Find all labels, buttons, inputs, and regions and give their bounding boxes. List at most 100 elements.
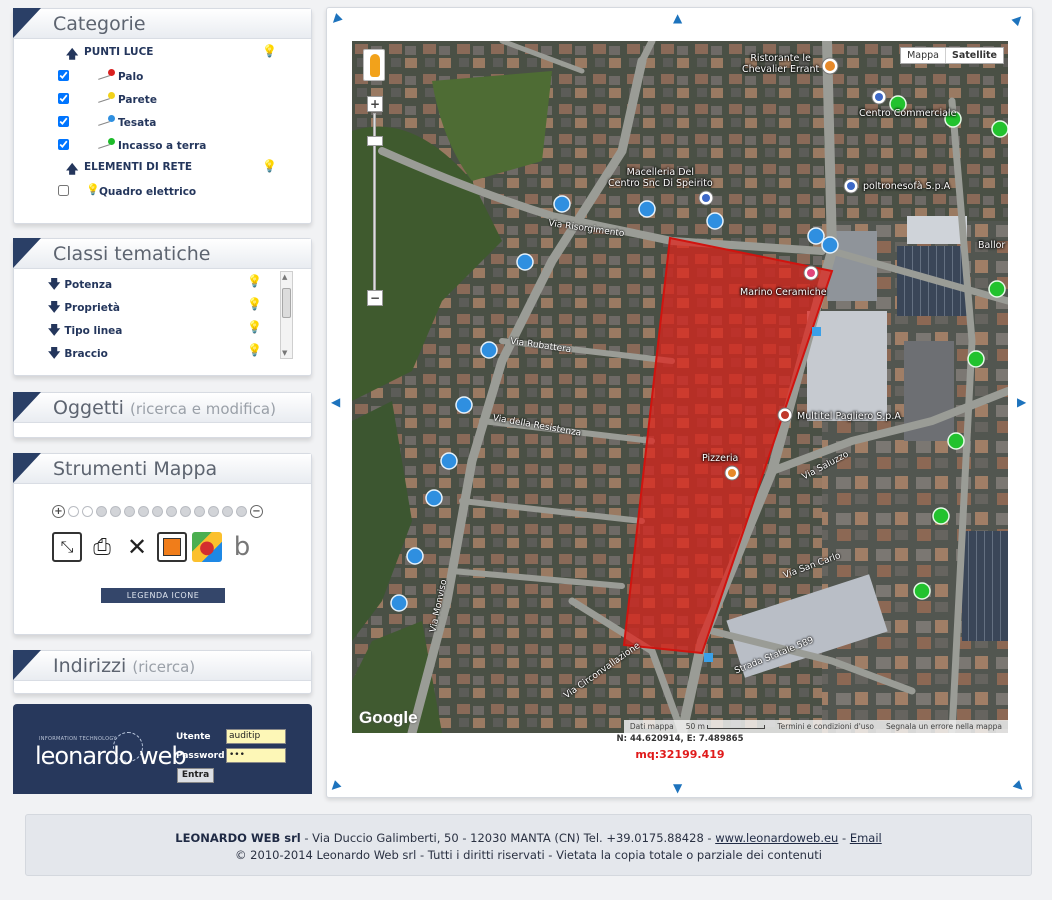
scrollbar-thumb[interactable] <box>282 288 291 318</box>
bulb-icon[interactable]: 💡 <box>262 44 277 58</box>
print-icon[interactable]: ⎙ <box>87 532 117 562</box>
footer-contact-line: LEONARDO WEB srl - Via Duccio Galimberti… <box>26 831 1031 845</box>
bing-maps-icon[interactable]: b <box>227 532 257 562</box>
fit-extent-icon[interactable]: ⤡ <box>52 532 82 562</box>
tree-group-punti-luce[interactable]: 🡅 PUNTI LUCE 💡 <box>14 43 303 66</box>
strumenti-header[interactable]: Strumenti Mappa <box>13 453 311 484</box>
zoom-dot[interactable] <box>96 505 107 517</box>
legenda-icone-button[interactable]: LEGENDA ICONE <box>101 588 225 603</box>
zoom-dot[interactable] <box>180 505 191 517</box>
bulb-icon[interactable]: 💡 <box>247 274 262 288</box>
arrow-down-icon: 🡇 <box>48 300 61 314</box>
classi-scrollbar[interactable]: ▲ ▼ <box>280 271 293 359</box>
zoom-dot[interactable] <box>236 505 247 517</box>
collapse-arrow-icon[interactable]: 🡅 <box>66 45 78 66</box>
map-zoom-control[interactable]: + − <box>367 96 383 311</box>
checkbox-palo[interactable] <box>58 70 69 81</box>
leonardo-web-logo: leonardo web <box>35 742 187 770</box>
classi-item-proprieta[interactable]: 🡇 Proprietà <box>48 298 120 318</box>
collapse-arrow-icon[interactable]: 🡅 <box>66 160 78 181</box>
zoom-dot[interactable] <box>110 505 121 517</box>
attribution-report[interactable]: Segnala un errore nella mappa <box>880 720 1008 733</box>
classi-item-potenza[interactable]: 🡇 Potenza <box>48 275 112 295</box>
poi-label[interactable]: Pizzeria <box>702 453 738 464</box>
zoom-dot[interactable] <box>124 505 135 517</box>
attribution-data[interactable]: Dati mappa <box>624 720 680 733</box>
pin-yellow-icon <box>96 90 116 108</box>
zoom-dot[interactable] <box>68 505 79 517</box>
area-select-icon[interactable] <box>157 532 187 562</box>
poi-label[interactable]: Marino Ceramiche <box>740 287 827 298</box>
map-zoom-out-button[interactable]: − <box>367 290 383 306</box>
zoom-level-scale[interactable]: + − <box>52 504 263 518</box>
zoom-dot[interactable] <box>222 505 233 517</box>
tree-item-label: Quadro elettrico <box>99 186 197 198</box>
google-maps-icon[interactable]: ● <box>192 532 222 562</box>
categorie-header[interactable]: Categorie <box>13 8 311 39</box>
scroll-down-icon[interactable]: ▼ <box>282 349 287 357</box>
arrow-down-icon: 🡇 <box>48 346 61 360</box>
footer-address: - Via Duccio Galimberti, 50 - 12030 MANT… <box>300 831 716 845</box>
footer-website-link[interactable]: www.leonardoweb.eu <box>715 831 838 845</box>
bulb-icon[interactable]: 💡 <box>247 297 262 311</box>
zoom-dot[interactable] <box>82 505 93 517</box>
strumenti-title: Strumenti Mappa <box>53 458 218 480</box>
pan-south-icon[interactable]: ▼ <box>673 782 682 794</box>
poi-label[interactable]: Multitel Pagliero S.p.A <box>797 411 901 422</box>
tree-item-tesata: Tesata <box>14 112 303 135</box>
zoom-dot[interactable] <box>166 505 177 517</box>
zoom-dot[interactable] <box>138 505 149 517</box>
panel-corner <box>13 238 41 268</box>
poi-label[interactable]: Ballor <box>978 240 1005 251</box>
user-input[interactable]: auditip <box>226 729 286 744</box>
clear-measure-icon[interactable]: ✕ <box>122 532 152 562</box>
checkbox-tesata[interactable] <box>58 116 69 127</box>
bulb-icon[interactable]: 💡 <box>247 320 262 334</box>
classi-item-tipo-linea[interactable]: 🡇 Tipo linea <box>48 321 122 341</box>
map-canvas[interactable] <box>352 41 1008 733</box>
pan-east-icon[interactable]: ▶ <box>1017 396 1026 408</box>
panel-corner <box>13 650 41 680</box>
pan-north-icon[interactable]: ▲ <box>673 12 682 24</box>
map-type-mappa-button[interactable]: Mappa <box>901 48 945 63</box>
login-submit-button[interactable]: Entra <box>177 768 214 783</box>
bulb-icon[interactable]: 💡 <box>262 159 277 173</box>
zoom-dot[interactable] <box>194 505 205 517</box>
tree-item-label: Tesata <box>118 117 157 129</box>
classi-title: Classi tematiche <box>53 243 211 265</box>
classi-header[interactable]: Classi tematiche <box>13 238 311 269</box>
map-zoom-in-button[interactable]: + <box>367 96 383 112</box>
poi-label[interactable]: Macelleria Del Centro Snc Di Speirito <box>608 167 713 189</box>
classi-item-label: Tipo linea <box>64 325 123 337</box>
oggetti-header[interactable]: Oggetti (ricerca e modifica) <box>13 392 311 423</box>
poi-label[interactable]: poltronesofà S.p.A <box>863 181 950 192</box>
zoom-out-icon[interactable]: − <box>250 504 263 518</box>
poi-label[interactable]: Ristorante le Chevalier Errant <box>742 53 819 75</box>
cursor-coordinates: N: 44.620914, E: 7.489865 <box>616 734 744 744</box>
google-logo[interactable]: Google <box>359 708 418 728</box>
indirizzi-header[interactable]: Indirizzi (ricerca) <box>13 650 311 681</box>
zoom-dot[interactable] <box>152 505 163 517</box>
pin-green-icon <box>96 136 116 154</box>
pin-red-icon <box>96 67 116 85</box>
selected-area-value: mq:32199.419 <box>635 748 725 761</box>
checkbox-parete[interactable] <box>58 93 69 104</box>
footer-email-link[interactable]: Email <box>850 831 882 845</box>
poi-label[interactable]: Centro Commerciale <box>859 108 956 119</box>
zoom-in-icon[interactable]: + <box>52 504 65 518</box>
map-tools: ⤡ ⎙ ✕ ● b <box>52 532 257 562</box>
map-type-satellite-button[interactable]: Satellite <box>945 48 1003 63</box>
classi-item-braccio[interactable]: 🡇 Braccio <box>48 344 108 364</box>
checkbox-quadro[interactable] <box>58 185 69 196</box>
checkbox-incasso[interactable] <box>58 139 69 150</box>
tree-group-elementi-rete[interactable]: 🡅 ELEMENTI DI RETE 💡 <box>14 158 303 181</box>
zoom-slider-knob[interactable] <box>367 136 383 146</box>
satellite-map[interactable]: + − Mappa Satellite Ristorante le Cheval… <box>352 41 1008 733</box>
password-input[interactable]: ••• <box>226 748 286 763</box>
scroll-up-icon[interactable]: ▲ <box>282 273 287 281</box>
attribution-terms[interactable]: Termini e condizioni d'uso <box>771 720 880 733</box>
bulb-icon[interactable]: 💡 <box>247 343 262 357</box>
zoom-dot[interactable] <box>208 505 219 517</box>
pan-west-icon[interactable]: ◀ <box>331 396 340 408</box>
street-view-pegman-icon[interactable] <box>363 49 385 81</box>
